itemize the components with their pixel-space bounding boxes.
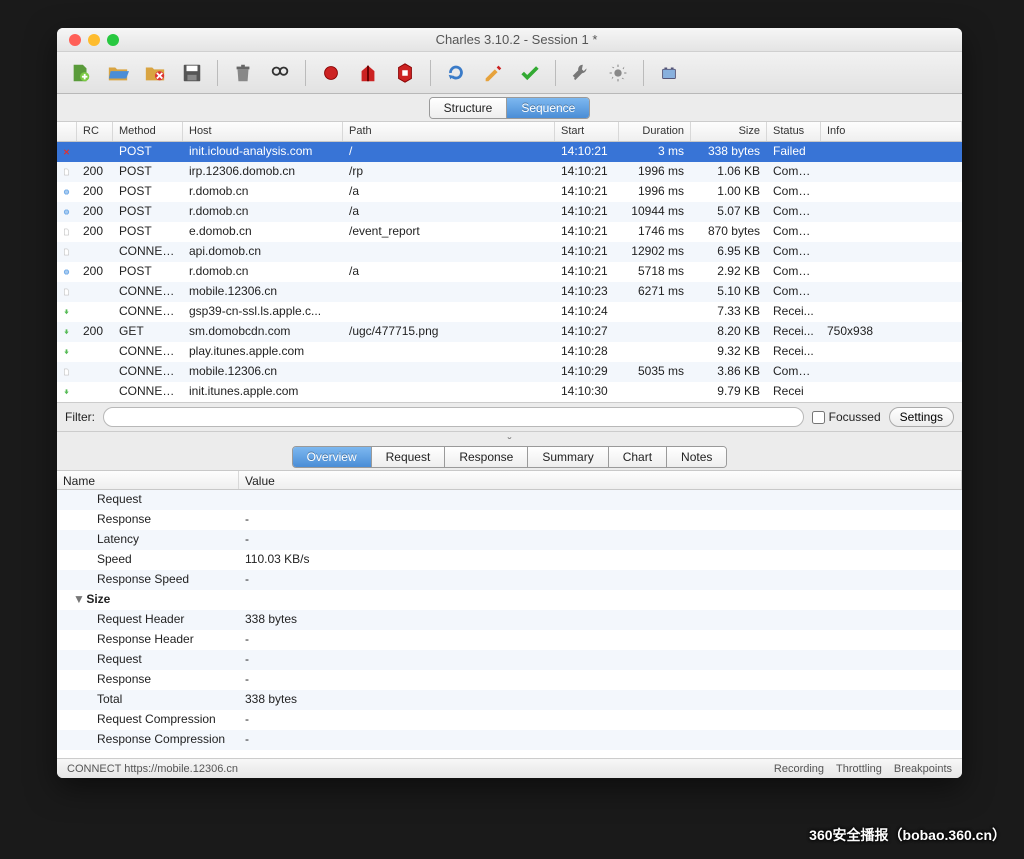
detail-row[interactable]: Response- [57,670,962,690]
detail-row[interactable]: Response Header- [57,630,962,650]
repeat-button[interactable] [440,58,472,88]
row-icon [57,222,77,242]
detail-col-value[interactable]: Value [239,471,962,489]
row-icon [57,302,77,322]
tools-menu-button[interactable] [653,58,685,88]
tab-overview[interactable]: Overview [293,447,371,467]
table-row[interactable]: CONNECTapi.domob.cn14:10:2112902 ms6.95 … [57,242,962,262]
splitter[interactable]: ⏑ [57,432,962,444]
table-row[interactable]: CONNECTmobile.12306.cn14:10:295035 ms3.8… [57,362,962,382]
detail-panel: Name Value RequestResponse-Latency-Speed… [57,470,962,758]
row-icon [57,342,77,362]
tools-button[interactable] [565,58,597,88]
tab-structure[interactable]: Structure [430,98,507,118]
row-icon [57,382,77,402]
detail-row[interactable]: Request Header338 bytes [57,610,962,630]
col-method[interactable]: Method [113,122,183,141]
status-bar: CONNECT https://mobile.12306.cn Recordin… [57,758,962,778]
col-start[interactable]: Start [555,122,619,141]
row-icon [57,162,77,182]
table-row[interactable]: CONNECTinit.itunes.apple.com14:10:309.79… [57,382,962,402]
request-table: RC Method Host Path Start Duration Size … [57,122,962,402]
validate-button[interactable] [514,58,546,88]
filter-settings-button[interactable]: Settings [889,407,954,427]
settings-button[interactable] [602,58,634,88]
detail-row[interactable]: Request [57,490,962,510]
table-row[interactable]: CONNECTmobile.12306.cn14:10:236271 ms5.1… [57,282,962,302]
detail-col-name[interactable]: Name [57,471,239,489]
table-row[interactable]: POSTinit.icloud-analysis.com/14:10:213 m… [57,142,962,162]
minimize-icon[interactable] [88,34,100,46]
detail-row[interactable]: Request- [57,650,962,670]
row-icon [57,282,77,302]
table-row[interactable]: 200POSTr.domob.cn/a14:10:211996 ms1.00 K… [57,182,962,202]
status-breakpoints[interactable]: Breakpoints [894,763,952,775]
save-button[interactable] [176,58,208,88]
table-row[interactable]: 200GETsm.domobcdn.com/ugc/477715.png14:1… [57,322,962,342]
detail-row[interactable]: Response Speed- [57,570,962,590]
filter-input[interactable] [103,407,804,427]
row-icon [57,242,77,262]
row-icon [57,202,77,222]
detail-row[interactable]: Response Compression- [57,730,962,750]
close-icon[interactable] [69,34,81,46]
col-duration[interactable]: Duration [619,122,691,141]
filter-bar: Filter: Focussed Settings [57,402,962,432]
row-icon [57,182,77,202]
detail-row[interactable]: Request Compression- [57,710,962,730]
tab-notes[interactable]: Notes [666,447,726,467]
status-recording[interactable]: Recording [774,763,824,775]
row-icon [57,362,77,382]
close-session-button[interactable] [139,58,171,88]
detail-row[interactable]: Response- [57,510,962,530]
detail-tabs: Overview Request Response Summary Chart … [57,444,962,470]
window-controls [57,34,119,46]
detail-row[interactable]: Speed110.03 KB/s [57,550,962,570]
clear-button[interactable] [227,58,259,88]
toolbar [57,52,962,94]
tab-response[interactable]: Response [444,447,527,467]
detail-body[interactable]: RequestResponse-Latency-Speed110.03 KB/s… [57,490,962,758]
col-path[interactable]: Path [343,122,555,141]
status-throttling[interactable]: Throttling [836,763,882,775]
edit-button[interactable] [477,58,509,88]
zoom-icon[interactable] [107,34,119,46]
record-button[interactable] [315,58,347,88]
throttle-button[interactable] [352,58,384,88]
col-size[interactable]: Size [691,122,767,141]
view-tabs: Structure Sequence [57,94,962,122]
table-row[interactable]: CONNECTplay.itunes.apple.com14:10:289.32… [57,342,962,362]
tab-summary[interactable]: Summary [527,447,607,467]
detail-row[interactable]: ▼ Size [57,590,962,610]
detail-row[interactable]: Latency- [57,530,962,550]
col-rc[interactable]: RC [77,122,113,141]
app-window: Charles 3.10.2 - Session 1 * Structure S… [57,28,962,778]
focussed-checkbox[interactable]: Focussed [812,410,881,424]
row-icon [57,322,77,342]
table-row[interactable]: 200POSTr.domob.cn/a14:10:2110944 ms5.07 … [57,202,962,222]
col-status[interactable]: Status [767,122,821,141]
row-icon [57,262,77,282]
open-session-button[interactable] [102,58,134,88]
col-host[interactable]: Host [183,122,343,141]
titlebar: Charles 3.10.2 - Session 1 * [57,28,962,52]
table-row[interactable]: 200POSTr.domob.cn/a14:10:215718 ms2.92 K… [57,262,962,282]
watermark: 360安全播报（bobao.360.cn） [809,825,1006,845]
col-info[interactable]: Info [821,122,962,141]
breakpoints-button[interactable] [389,58,421,88]
filter-label: Filter: [65,410,95,424]
table-row[interactable]: CONNECTgsp39-cn-ssl.ls.apple.c...14:10:2… [57,302,962,322]
new-session-button[interactable] [65,58,97,88]
request-table-body[interactable]: POSTinit.icloud-analysis.com/14:10:213 m… [57,142,962,402]
status-left: CONNECT https://mobile.12306.cn [67,763,238,775]
table-row[interactable]: 200POSTirp.12306.domob.cn/rp14:10:211996… [57,162,962,182]
table-row[interactable]: 200POSTe.domob.cn/event_report14:10:2117… [57,222,962,242]
detail-row[interactable]: Total338 bytes [57,690,962,710]
find-button[interactable] [264,58,296,88]
tab-request[interactable]: Request [371,447,445,467]
window-title: Charles 3.10.2 - Session 1 * [119,32,914,47]
tab-sequence[interactable]: Sequence [506,98,589,118]
row-icon [57,142,77,162]
tab-chart[interactable]: Chart [608,447,666,467]
